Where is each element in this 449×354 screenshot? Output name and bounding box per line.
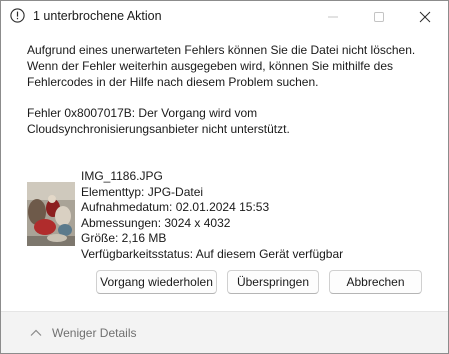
file-details: IMG_1186.JPG Elementtyp: JPG-Datei Aufna… [81,169,343,262]
maximize-icon [374,12,384,22]
less-details-toggle[interactable]: Weniger Details [29,324,136,342]
dialog-content: Aufgrund eines unerwarteten Fehlers könn… [1,33,448,311]
title-bar[interactable]: 1 unterbrochene Aktion [1,1,448,33]
chevron-up-icon [30,329,42,336]
file-size: Größe: 2,16 MB [81,231,167,245]
interrupted-action-dialog: 1 unterbrochene Aktion Aufgrund eines un… [0,0,449,354]
cancel-button[interactable]: Abbrechen [329,270,422,294]
close-button[interactable] [402,1,448,33]
retry-button[interactable]: Vorgang wiederholen [96,270,217,294]
file-capture-date: Aufnahmedatum: 02.01.2024 15:53 [81,200,270,214]
file-type: Elementtyp: JPG-Datei [81,184,204,199]
file-availability: Verfügbarkeitsstatus: Auf diesem Gerät v… [81,246,344,261]
window-title: 1 unterbrochene Aktion [33,9,162,23]
less-details-label: Weniger Details [52,326,137,340]
error-message: Aufgrund eines unerwarteten Fehlers könn… [27,43,416,89]
warning-icon [10,8,25,23]
minimize-button[interactable] [310,1,356,33]
error-code-message: Fehler 0x8007017B: Der Vorgang wird vom … [27,106,290,136]
skip-button[interactable]: Überspringen [227,270,319,294]
file-thumbnail [27,182,75,246]
minimize-icon [328,16,338,18]
file-name: IMG_1186.JPG [81,169,163,183]
maximize-button[interactable] [356,1,402,33]
file-dimensions: Abmessungen: 3024 x 4032 [81,215,231,230]
close-icon [419,11,431,23]
dialog-footer: Weniger Details [1,311,448,353]
